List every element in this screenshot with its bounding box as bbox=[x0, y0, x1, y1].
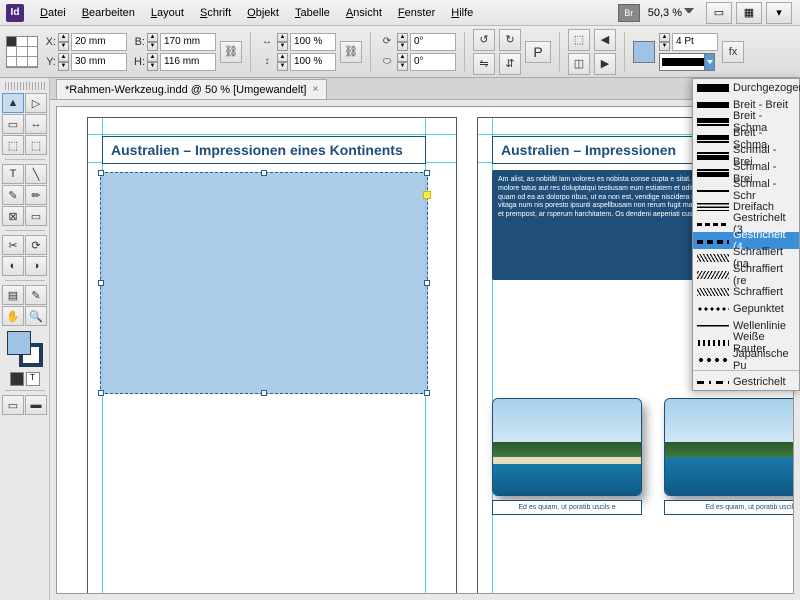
reference-point[interactable] bbox=[6, 36, 38, 68]
control-bar: X:▲▼20 mm Y:▲▼30 mm B:▲▼170 mm H:▲▼116 m… bbox=[0, 26, 800, 78]
normal-view-button[interactable]: ▭ bbox=[2, 395, 24, 415]
line-tool[interactable]: ╲ bbox=[25, 164, 47, 184]
w-field[interactable]: 170 mm bbox=[160, 33, 216, 51]
menu-datei[interactable]: Datei bbox=[32, 3, 74, 23]
flip-h-button[interactable]: ⇋ bbox=[473, 53, 495, 75]
title-frame: Australien – Impressionen eines Kontinen… bbox=[102, 136, 426, 164]
y-up[interactable]: ▲ bbox=[58, 53, 69, 62]
stroke-option[interactable]: Gestrichelt bbox=[693, 373, 799, 390]
text-on-path-icon[interactable]: P bbox=[525, 41, 551, 63]
content-collector-tool[interactable]: ⬚ bbox=[2, 135, 24, 155]
scissors-tool[interactable]: ✂ bbox=[2, 235, 24, 255]
fill-stroke-swatch[interactable] bbox=[7, 331, 43, 367]
rotate-icon: ⟳ bbox=[379, 34, 395, 50]
stroke-option[interactable]: Schraffiert (re bbox=[693, 266, 799, 283]
rectangle-frame-tool[interactable]: ⊠ bbox=[2, 206, 24, 226]
stroke-style-dropdown[interactable] bbox=[659, 53, 715, 71]
caption-2: Ed es quiam, ut poratib uscils e bbox=[664, 500, 794, 515]
rectangle-tool[interactable]: ▭ bbox=[25, 206, 47, 226]
type-tool[interactable]: T bbox=[2, 164, 24, 184]
tab-bar: *Rahmen-Werkzeug.indd @ 50 % [Umgewandel… bbox=[50, 78, 800, 100]
select-container-button[interactable]: ⬚ bbox=[568, 29, 590, 51]
image-frame-2 bbox=[664, 398, 794, 496]
gradient-swatch-tool[interactable]: ◐ bbox=[2, 256, 24, 276]
rotate-cw-button[interactable]: ↻ bbox=[499, 29, 521, 51]
x-down[interactable]: ▼ bbox=[58, 42, 69, 51]
preview-view-button[interactable]: ▬ bbox=[25, 395, 47, 415]
document-area: *Rahmen-Werkzeug.indd @ 50 % [Umgewandel… bbox=[50, 78, 800, 600]
select-content-button[interactable]: ◫ bbox=[568, 53, 590, 75]
menu-layout[interactable]: Layout bbox=[143, 3, 192, 23]
menu-bar: Id DateiBearbeitenLayoutSchriftObjektTab… bbox=[0, 0, 800, 26]
bridge-button[interactable]: Br bbox=[618, 4, 640, 22]
rotate-ccw-button[interactable]: ↺ bbox=[473, 29, 495, 51]
arrange-button[interactable]: ▦ bbox=[736, 2, 762, 24]
selection-tool[interactable]: ▲ bbox=[2, 93, 24, 113]
stroke-option[interactable]: Gepunktet bbox=[693, 300, 799, 317]
panel-grip[interactable] bbox=[5, 82, 45, 90]
zoom-tool[interactable]: 🔍 bbox=[25, 306, 47, 326]
h-field[interactable]: 116 mm bbox=[160, 53, 216, 71]
constrain-icon[interactable]: ⛓ bbox=[220, 41, 242, 63]
menu-schrift[interactable]: Schrift bbox=[192, 3, 239, 23]
stroke-style-panel: DurchgezogerBreit - BreitBreit - SchmaBr… bbox=[692, 78, 800, 391]
scale-x-field[interactable]: 100 % bbox=[290, 33, 336, 51]
menu-fenster[interactable]: Fenster bbox=[390, 3, 443, 23]
gradient-feather-tool[interactable]: ◑ bbox=[25, 256, 47, 276]
menu-ansicht[interactable]: Ansicht bbox=[338, 3, 390, 23]
menu-objekt[interactable]: Objekt bbox=[239, 3, 287, 23]
apply-color-button[interactable] bbox=[10, 372, 24, 386]
gap-tool[interactable]: ↔ bbox=[25, 114, 47, 134]
scale-y-icon: ↕ bbox=[259, 54, 275, 70]
effects-button[interactable]: fx bbox=[722, 41, 744, 63]
zoom-level[interactable]: 50,3 % bbox=[648, 7, 694, 19]
x-field[interactable]: 20 mm bbox=[71, 33, 127, 51]
content-placer-tool[interactable]: ⬚ bbox=[25, 135, 47, 155]
pen-tool[interactable]: ✎ bbox=[2, 185, 24, 205]
corner-options-widget[interactable] bbox=[423, 191, 431, 199]
scale-y-field[interactable]: 100 % bbox=[290, 53, 336, 71]
free-transform-tool[interactable]: ⟳ bbox=[25, 235, 47, 255]
menu-hilfe[interactable]: Hilfe bbox=[443, 3, 481, 23]
document-tab[interactable]: *Rahmen-Werkzeug.indd @ 50 % [Umgewandel… bbox=[56, 79, 327, 99]
fill-swatch[interactable] bbox=[633, 41, 655, 63]
caption-1: Ed es quiam, ut poratib uscils e bbox=[492, 500, 642, 515]
tab-close-button[interactable]: × bbox=[312, 84, 318, 95]
direct-selection-tool[interactable]: ▷ bbox=[25, 93, 47, 113]
screen-mode-button[interactable]: ▭ bbox=[706, 2, 732, 24]
y-field[interactable]: 30 mm bbox=[71, 53, 127, 71]
page-left: Australien – Impressionen eines Kontinen… bbox=[87, 117, 457, 594]
canvas[interactable]: Australien – Impressionen eines Kontinen… bbox=[56, 106, 794, 594]
pencil-tool[interactable]: ✏ bbox=[25, 185, 47, 205]
menu-tabelle[interactable]: Tabelle bbox=[287, 3, 338, 23]
apply-text-button[interactable]: T bbox=[26, 372, 40, 386]
shear-field[interactable]: 0° bbox=[410, 53, 456, 71]
stroke-weight-field[interactable]: 4 Pt bbox=[672, 33, 718, 51]
menu-bearbeiten[interactable]: Bearbeiten bbox=[74, 3, 143, 23]
app-icon: Id bbox=[6, 4, 24, 22]
select-next-button[interactable]: ▶ bbox=[594, 53, 616, 75]
constrain-scale-icon[interactable]: ⛓ bbox=[340, 41, 362, 63]
rotation-field[interactable]: 0° bbox=[410, 33, 456, 51]
select-prev-button[interactable]: ◀ bbox=[594, 29, 616, 51]
workspace-button[interactable]: ▾ bbox=[766, 2, 792, 24]
stroke-option[interactable]: Japanische Pu bbox=[693, 351, 799, 368]
hand-tool[interactable]: ✋ bbox=[2, 306, 24, 326]
note-tool[interactable]: ▤ bbox=[2, 285, 24, 305]
image-frame-1 bbox=[492, 398, 642, 496]
shear-icon: ⬭ bbox=[379, 54, 395, 70]
toolbox: ▲▷ ▭↔ ⬚⬚ T╲ ✎✏ ⊠▭ ✂⟳ ◐◑ ▤✎ ✋🔍 T ▭▬ bbox=[0, 78, 50, 600]
flip-v-button[interactable]: ⇵ bbox=[499, 53, 521, 75]
x-up[interactable]: ▲ bbox=[58, 33, 69, 42]
y-down[interactable]: ▼ bbox=[58, 62, 69, 71]
page-tool[interactable]: ▭ bbox=[2, 114, 24, 134]
eyedropper-tool[interactable]: ✎ bbox=[25, 285, 47, 305]
stroke-option[interactable]: Schmal - Schr bbox=[693, 181, 799, 198]
selected-frame[interactable] bbox=[100, 172, 428, 394]
stroke-option[interactable]: Durchgezoger bbox=[693, 79, 799, 96]
scale-x-icon: ↔ bbox=[259, 34, 275, 50]
